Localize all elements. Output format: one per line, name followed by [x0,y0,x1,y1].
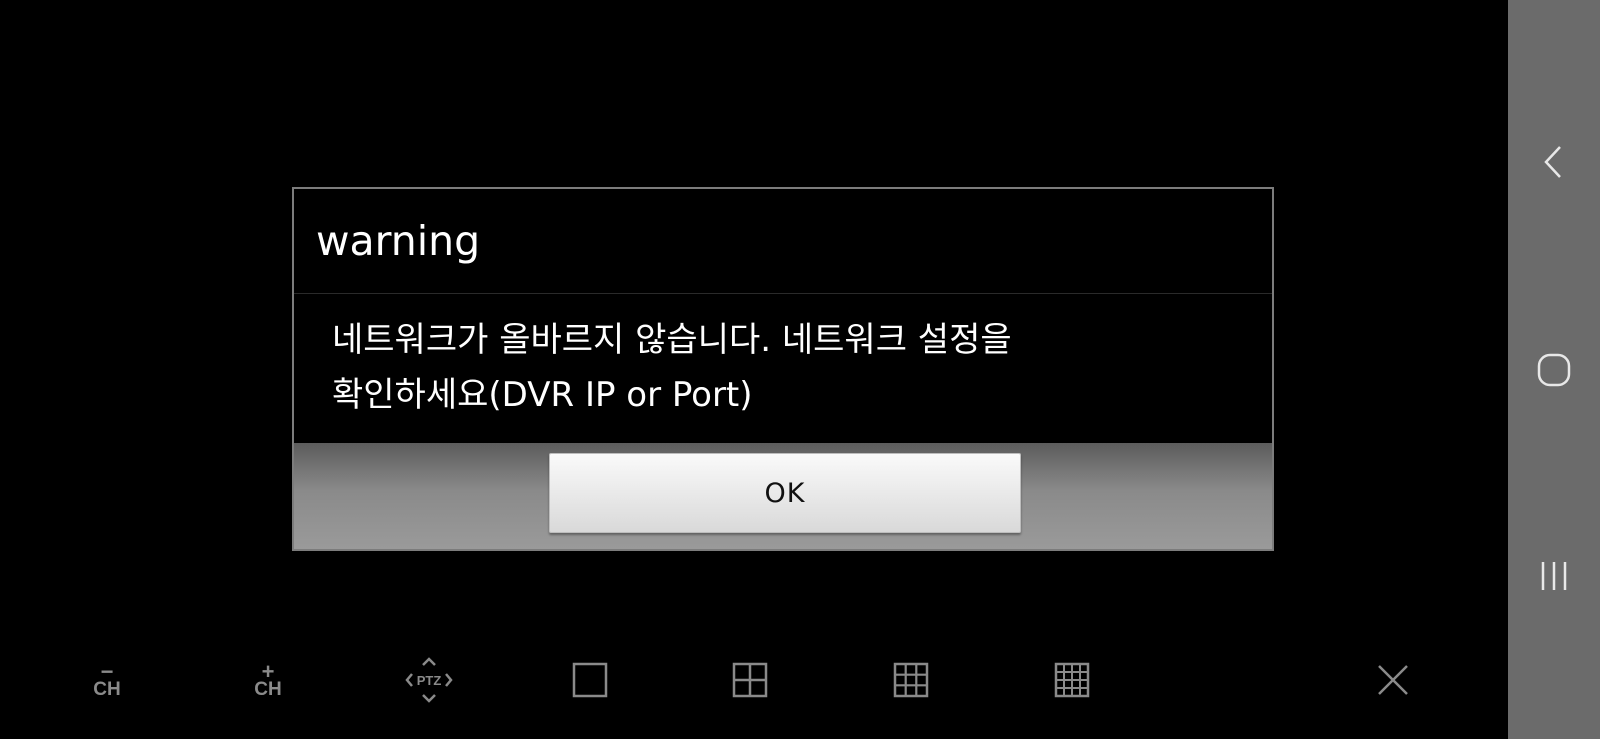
ptz-icon: PTZ [405,657,453,703]
ok-button[interactable]: OK [549,453,1021,533]
ptz-button[interactable]: PTZ [389,640,469,720]
recent-apps-icon [1541,562,1567,590]
bottom-toolbar: − CH + CH PTZ [0,640,1508,720]
sixteen-view-icon [1054,662,1090,698]
sixteen-view-button[interactable] [1032,640,1112,720]
channel-up-icon: + CH [254,659,282,700]
home-icon [1537,353,1571,387]
single-view-icon [572,662,608,698]
close-button[interactable] [1353,640,1433,720]
ptz-label: PTZ [417,673,442,688]
back-icon [1544,146,1561,178]
navigation-bar [1508,0,1600,739]
nine-view-icon [893,662,929,698]
dialog-message: 네트워크가 올바르지 않습니다. 네트워크 설정을 확인하세요(DVR IP o… [332,320,1012,415]
nine-view-button[interactable] [871,640,951,720]
back-button[interactable] [1508,117,1600,207]
channel-down-button[interactable]: − CH [67,640,147,720]
warning-dialog: warning 네트워크가 올바르지 않습니다. 네트워크 설정을 확인하세요(… [292,187,1274,551]
channel-down-icon: − CH [93,659,121,700]
quad-view-button[interactable] [710,640,790,720]
dialog-title: warning [316,217,481,265]
quad-view-icon [732,662,768,698]
close-icon [1378,665,1408,695]
single-view-button[interactable] [550,640,630,720]
home-button[interactable] [1508,325,1600,415]
dialog-button-bar: OK [294,443,1272,549]
dialog-divider [294,293,1272,294]
recent-apps-button[interactable] [1508,531,1600,621]
channel-up-button[interactable]: + CH [228,640,308,720]
app-screen: warning 네트워크가 올바르지 않습니다. 네트워크 설정을 확인하세요(… [0,0,1508,739]
